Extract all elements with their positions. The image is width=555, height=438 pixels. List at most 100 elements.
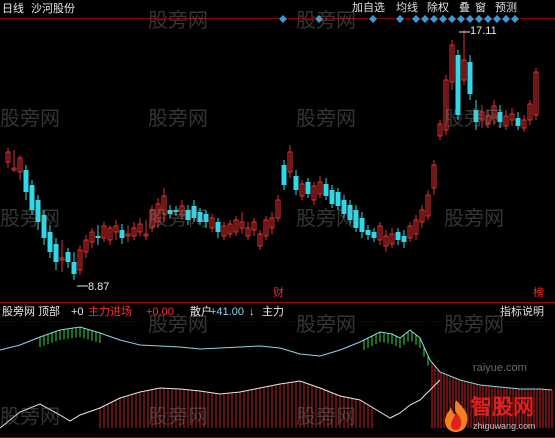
candlestick — [407, 222, 413, 242]
candlestick — [347, 200, 353, 225]
candlestick — [11, 150, 17, 172]
candle-body — [35, 200, 41, 222]
flame-icon — [445, 400, 468, 432]
candlestick — [281, 160, 287, 190]
down-arrow-icon: ↓ — [249, 306, 255, 318]
candle-body — [359, 218, 365, 232]
candle-body — [23, 170, 29, 192]
candlestick — [389, 228, 395, 248]
candle-body — [197, 212, 203, 222]
indicator-explain-button[interactable]: 指标说明 — [500, 306, 544, 319]
candlestick — [527, 100, 533, 125]
candlestick — [323, 178, 329, 200]
candlestick — [521, 115, 527, 132]
candlestick — [371, 228, 377, 242]
candlestick — [161, 188, 167, 222]
candlestick — [113, 220, 119, 240]
candlestick — [311, 182, 317, 205]
candlestick — [275, 195, 281, 222]
event-diamond — [421, 15, 429, 23]
candlestick — [251, 218, 257, 236]
candlestick — [167, 205, 173, 218]
candlestick — [305, 178, 311, 198]
event-diamonds[interactable] — [279, 15, 519, 23]
indicator-value: +0 — [71, 306, 84, 318]
event-diamond — [484, 15, 492, 23]
candlestick — [245, 222, 251, 240]
moving-average-button[interactable]: 均线 — [396, 2, 418, 15]
candlestick — [227, 220, 233, 238]
candlestick — [413, 215, 419, 240]
stock-name: 沙河股份 — [31, 3, 75, 15]
candle-body — [473, 110, 479, 122]
candlestick — [377, 222, 383, 245]
candlestick — [467, 55, 473, 100]
candlestick — [53, 238, 59, 270]
candlestick — [239, 212, 245, 234]
financial-report-marker[interactable]: 财 — [273, 287, 284, 300]
candlestick — [299, 180, 305, 200]
candle-body — [395, 232, 401, 240]
candle-body — [47, 232, 53, 252]
candle-body — [323, 184, 329, 196]
candle-body — [515, 118, 521, 126]
candlestick — [359, 212, 365, 238]
event-diamond — [439, 15, 447, 23]
candlestick — [17, 155, 23, 180]
candlestick — [179, 200, 185, 220]
retail-label: 散户 — [190, 306, 212, 318]
main-force-label: 主力 — [262, 306, 284, 318]
candle-body — [347, 205, 353, 220]
event-diamond — [457, 15, 465, 23]
candlestick — [173, 206, 179, 216]
candle-body — [65, 252, 71, 262]
price-candles[interactable] — [5, 30, 539, 287]
candlestick — [293, 170, 299, 195]
event-diamond — [412, 15, 420, 23]
candlestick — [473, 100, 479, 130]
candlestick — [509, 108, 515, 126]
candlestick — [365, 225, 371, 240]
candlestick — [155, 198, 161, 228]
candlestick — [431, 160, 437, 195]
candlestick — [269, 212, 275, 234]
leaderboard-marker[interactable]: 榜 — [533, 287, 544, 300]
low-price-label: 8.87 — [88, 281, 110, 293]
event-diamond — [430, 15, 438, 23]
candlestick — [233, 216, 239, 236]
candlestick — [89, 228, 95, 248]
candlestick — [401, 230, 407, 248]
brand-name: 智股网 — [471, 396, 534, 419]
candlestick — [209, 214, 215, 232]
candle-body — [335, 192, 341, 206]
candlestick — [455, 50, 461, 120]
candlestick — [395, 228, 401, 245]
candle-body — [53, 244, 59, 262]
candlestick — [107, 225, 113, 245]
candlestick — [197, 208, 203, 225]
candle-body — [71, 262, 77, 274]
period-label[interactable]: 日线 — [2, 3, 24, 16]
candlestick — [5, 148, 11, 168]
candlestick — [83, 235, 89, 258]
ex-rights-button[interactable]: 除权 — [427, 2, 449, 15]
add-watchlist-button[interactable]: 加自选 — [352, 2, 385, 15]
candlestick — [185, 205, 191, 225]
candlestick — [257, 230, 263, 250]
candle-body — [455, 55, 461, 115]
retail-value: +41.00 — [210, 306, 244, 318]
candle-body — [401, 236, 407, 242]
candlestick — [461, 30, 467, 85]
candlestick — [353, 205, 359, 232]
forecast-button[interactable]: 预测 — [495, 2, 517, 15]
candlestick — [71, 252, 77, 280]
event-diamond — [279, 15, 287, 23]
candlestick — [131, 222, 137, 240]
overlay-button[interactable]: 叠 — [459, 2, 470, 15]
candlestick — [497, 105, 503, 128]
candlestick — [149, 205, 155, 232]
event-diamond — [369, 15, 377, 23]
candlestick — [437, 120, 443, 140]
window-button[interactable]: 窗 — [475, 2, 486, 15]
candlestick — [425, 190, 431, 220]
